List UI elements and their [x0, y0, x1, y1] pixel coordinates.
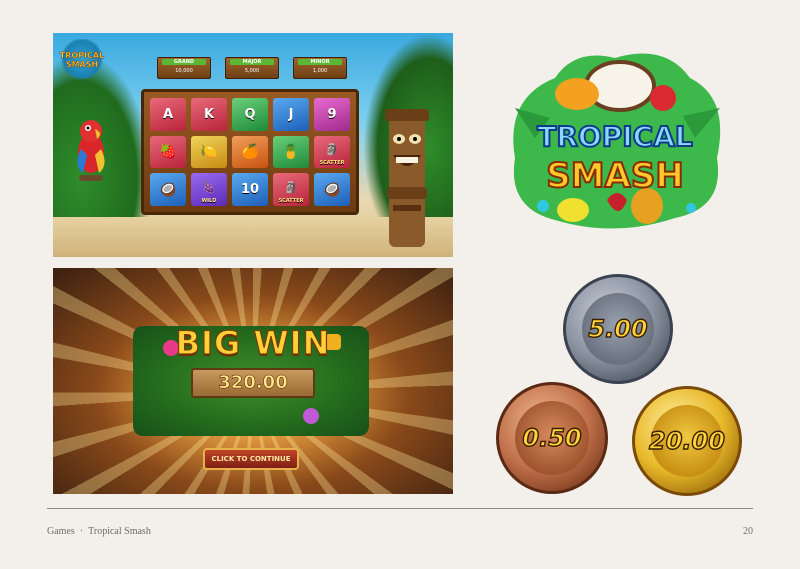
page-number: 20: [743, 526, 753, 537]
reel-symbol-9: 9: [314, 98, 350, 131]
logo-word-smash: SMASH: [545, 155, 685, 197]
coconut-icon: 🥥: [314, 173, 350, 206]
continue-button[interactable]: CLICK TO CONTINUE: [203, 448, 299, 470]
parrot-icon: [77, 120, 105, 181]
jackpot-minor: MINOR 1,000: [293, 57, 347, 79]
hibiscus-icon: [303, 408, 319, 424]
tiki-scatter-icon: 🗿 SCATTER: [273, 173, 309, 206]
coin-value: 0.50: [522, 423, 583, 452]
tiki-statue-icon: [385, 109, 429, 247]
coconut-icon: 🥥: [150, 173, 186, 206]
orange-icon: 🍊: [232, 135, 268, 169]
big-win-screenshot: BIG WIN 320.00 CLICK TO CONTINUE: [53, 268, 453, 494]
gold-coin: 20.00: [632, 386, 742, 496]
footer-breadcrumb: Games · Tropical Smash: [47, 526, 151, 537]
silver-coin: 5.00: [563, 274, 673, 384]
win-amount: 320.00: [191, 368, 315, 398]
coin-value: 5.00: [588, 314, 649, 343]
reel-symbol-a: A: [150, 98, 186, 131]
big-win-title: BIG WIN: [175, 323, 331, 362]
jackpot-major: MAJOR 5,000: [225, 57, 279, 79]
reel-symbol-10: 10: [232, 173, 268, 206]
strawberry-icon: 🍓: [150, 135, 186, 169]
slot-machine-screenshot: TROPICAL SMASH GRAND 10,000 MAJOR 5,000 M…: [53, 33, 453, 257]
coin-value: 20.00: [648, 426, 725, 455]
footer-project: Tropical Smash: [88, 526, 151, 537]
tiki-scatter-icon: 🗿 SCATTER: [314, 135, 350, 169]
footer-section: Games: [47, 526, 75, 537]
reel-symbol-q: Q: [232, 98, 268, 131]
reel-grid: A K Q J 9 🍓 🍋 🍊 🍍 🗿 SCATTER 🥥 🍇 WILD 10 🗿 SCATTER 🥥: [141, 89, 359, 215]
slot-game-logo: TROPICAL SMASH: [59, 39, 105, 79]
pineapple-icon: 🍍: [273, 135, 309, 169]
footer-divider: [47, 508, 753, 509]
jackpot-grand: GRAND 10,000: [157, 57, 211, 79]
tropical-smash-logo: TROPICAL SMASH: [495, 38, 735, 236]
lemon-icon: 🍋: [191, 135, 227, 169]
reel-symbol-j: J: [273, 98, 309, 131]
wild-icon: 🍇 WILD: [191, 173, 227, 206]
logo-word-tropical: TROPICAL: [536, 119, 693, 154]
reel-symbol-k: K: [191, 98, 227, 131]
bronze-coin: 0.50: [496, 382, 608, 494]
jackpot-bar: GRAND 10,000 MAJOR 5,000 MINOR 1,000: [157, 57, 347, 81]
